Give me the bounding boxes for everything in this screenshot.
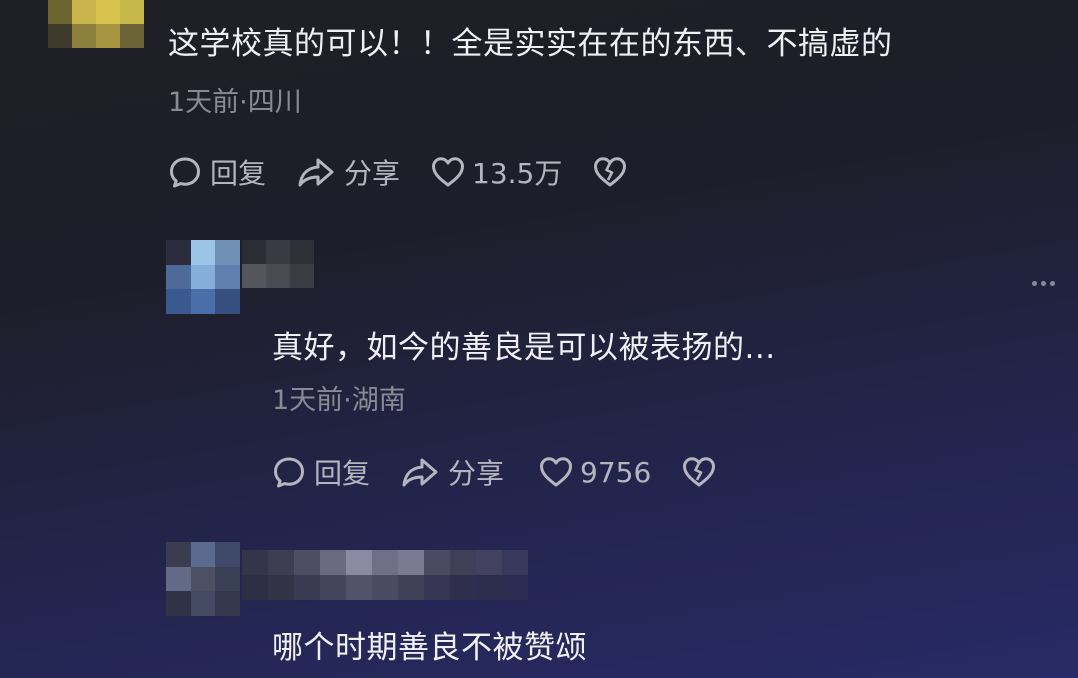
avatar[interactable] bbox=[166, 240, 240, 314]
share-button[interactable]: 分享 bbox=[400, 452, 504, 492]
comment-actions: 回复 分享 9756 bbox=[272, 452, 717, 492]
reply-button[interactable]: 回复 bbox=[168, 152, 266, 192]
comment-bubble-icon bbox=[274, 457, 304, 488]
comment-text: 真好，如今的善良是可以被表扬的... bbox=[272, 330, 776, 366]
comment-meta: 1天前·湖南 bbox=[272, 385, 406, 416]
comment-text: 哪个时期善良不被赞颂 bbox=[272, 630, 587, 666]
dislike-button[interactable] bbox=[592, 155, 628, 189]
comment-thread: 这学校真的可以！！全是实实在在的东西、不搞虚的 1天前·四川 回复 分享 13.… bbox=[0, 0, 1078, 678]
reply-label: 回复 bbox=[210, 157, 267, 190]
avatar[interactable] bbox=[48, 0, 144, 48]
share-label: 分享 bbox=[344, 157, 401, 190]
share-arrow-icon bbox=[298, 158, 334, 187]
comment-bubble-icon bbox=[170, 157, 200, 188]
like-count: 13.5万 bbox=[472, 157, 563, 190]
avatar[interactable] bbox=[166, 542, 240, 616]
broken-heart-icon bbox=[594, 157, 627, 187]
username[interactable] bbox=[242, 550, 528, 600]
dislike-button[interactable] bbox=[681, 455, 717, 489]
like-count: 9756 bbox=[580, 455, 652, 489]
heart-icon bbox=[540, 457, 573, 487]
reply-button[interactable]: 回复 bbox=[272, 452, 370, 492]
broken-heart-icon bbox=[683, 457, 716, 487]
heart-icon bbox=[432, 157, 465, 187]
username[interactable] bbox=[242, 240, 314, 288]
comment-meta: 1天前·四川 bbox=[168, 87, 302, 118]
like-button[interactable]: 13.5万 bbox=[430, 152, 562, 192]
comment-text: 这学校真的可以！！全是实实在在的东西、不搞虚的 bbox=[168, 26, 893, 62]
share-arrow-icon bbox=[402, 458, 438, 487]
reply-label: 回复 bbox=[314, 457, 371, 490]
share-label: 分享 bbox=[448, 457, 505, 490]
share-button[interactable]: 分享 bbox=[296, 152, 400, 192]
more-dots-icon[interactable] bbox=[1032, 281, 1055, 286]
like-button[interactable]: 9756 bbox=[538, 455, 651, 489]
comment-actions: 回复 分享 13.5万 bbox=[168, 152, 628, 192]
